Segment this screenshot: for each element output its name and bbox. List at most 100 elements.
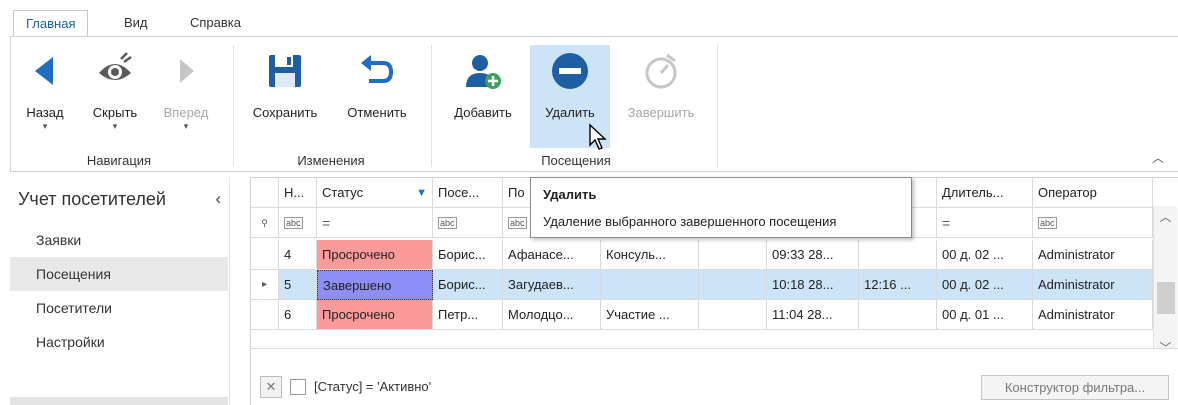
- undo-button-label: Отменить: [347, 105, 407, 120]
- mouse-cursor-icon: [589, 123, 607, 150]
- column-header-status[interactable]: Статус ▼: [317, 178, 433, 208]
- filter-builder-button[interactable]: Конструктор фильтра...: [981, 375, 1169, 400]
- stopwatch-icon: [645, 53, 677, 89]
- tab-help[interactable]: Справка: [178, 10, 253, 37]
- group-separator: [233, 45, 234, 167]
- group-label-visits: Посещения: [541, 153, 611, 168]
- table-cell-purpose[interactable]: Консуль...: [601, 240, 699, 270]
- collapse-ribbon-icon[interactable]: ︿: [1152, 149, 1164, 166]
- table-cell-number[interactable]: 4: [279, 240, 317, 270]
- column-header-number[interactable]: Н...: [279, 178, 317, 208]
- column-header-duration[interactable]: Длитель...: [937, 178, 1033, 208]
- add-visit-button[interactable]: Добавить: [441, 45, 525, 148]
- filter-expression[interactable]: [Статус] = 'Активно': [314, 379, 431, 394]
- collapse-sidebar-icon[interactable]: ‹: [215, 189, 221, 209]
- hide-button[interactable]: Скрыть ▾: [81, 45, 149, 148]
- table-cell-duration[interactable]: 00 д. 02 ...: [937, 240, 1033, 270]
- row-indicator-arrow-icon: ▸: [251, 270, 279, 300]
- filter-cell-status[interactable]: =: [317, 208, 433, 238]
- table-cell-duration[interactable]: 00 д. 02 ...: [937, 270, 1033, 300]
- table-cell-purpose[interactable]: [601, 270, 699, 300]
- forward-button-label: Вперед: [163, 105, 209, 120]
- undo-button[interactable]: Отменить: [335, 45, 419, 148]
- tab-view[interactable]: Вид: [112, 10, 160, 37]
- row-indicator[interactable]: [251, 240, 279, 270]
- scroll-up-icon[interactable]: ︿: [1154, 208, 1177, 225]
- column-header-visitor[interactable]: Посе...: [433, 178, 503, 208]
- save-icon: [269, 55, 301, 87]
- eye-icon: [99, 52, 132, 80]
- table-cell-end[interactable]: [859, 240, 937, 270]
- table-cell-number[interactable]: 5: [279, 270, 317, 300]
- delete-visit-button-label: Удалить: [545, 105, 595, 120]
- clear-filter-icon[interactable]: ✕: [260, 376, 282, 398]
- table-cell-start[interactable]: 10:18 28...: [767, 270, 859, 300]
- sidebar-item-visits[interactable]: Посещения: [10, 257, 228, 291]
- table-cell-start[interactable]: 09:33 28...: [767, 240, 859, 270]
- undo-icon: [361, 55, 394, 83]
- table-cell-start[interactable]: 11:04 28...: [767, 300, 859, 330]
- table-cell-host[interactable]: Загудаев...: [503, 270, 601, 300]
- column-header-operator[interactable]: Оператор: [1033, 178, 1153, 208]
- arrow-right-icon: [180, 59, 194, 83]
- table-cell-5[interactable]: [699, 270, 767, 300]
- dropdown-arrow-icon: ▾: [42, 121, 48, 131]
- filter-icon[interactable]: ▼: [416, 178, 427, 207]
- tooltip-description: Удаление выбранного завершенного посещен…: [543, 214, 837, 229]
- dropdown-arrow-icon: ▾: [183, 121, 189, 131]
- add-visit-button-label: Добавить: [454, 105, 512, 120]
- table-cell-operator[interactable]: Administrator: [1033, 270, 1153, 300]
- table-cell-end[interactable]: 12:16 ...: [859, 270, 937, 300]
- table-cell-visitor[interactable]: Борис...: [433, 270, 503, 300]
- table-cell-operator[interactable]: Administrator: [1033, 240, 1153, 270]
- filter-enabled-checkbox[interactable]: [290, 379, 306, 395]
- save-button[interactable]: Сохранить: [243, 45, 327, 148]
- sidebar-item-visitors[interactable]: Посетители: [10, 291, 228, 325]
- table-cell-host[interactable]: Афанасе...: [503, 240, 601, 270]
- filter-cell-operator[interactable]: abc: [1033, 208, 1153, 238]
- save-button-label: Сохранить: [252, 105, 318, 120]
- sidebar-title: Учет посетителей: [18, 189, 166, 209]
- table-cell-operator[interactable]: Administrator: [1033, 300, 1153, 330]
- ribbon: Назад ▾ Скрыть ▾ Вперед ▾ Навигация Сохр…: [10, 36, 1178, 172]
- table-cell-5[interactable]: [699, 300, 767, 330]
- hide-button-label: Скрыть: [92, 105, 138, 120]
- table-cell-purpose[interactable]: Участие ...: [601, 300, 699, 330]
- group-separator: [717, 45, 718, 167]
- finish-visit-button[interactable]: Завершить: [615, 45, 707, 148]
- ribbon-tabs: Главная Вид Справка: [0, 0, 1178, 38]
- remove-icon: [552, 53, 588, 89]
- sidebar-item-settings[interactable]: Настройки: [10, 325, 228, 359]
- filter-cell-visitor[interactable]: abc: [433, 208, 503, 238]
- grid-corner: [251, 178, 279, 208]
- filter-cell-duration[interactable]: =: [937, 208, 1033, 238]
- dropdown-arrow-icon: ▾: [112, 121, 118, 131]
- tooltip-title: Удалить: [543, 187, 597, 202]
- filter-panel: ✕ [Статус] = 'Активно' Конструктор фильт…: [251, 348, 1178, 405]
- arrow-left-icon: [35, 57, 53, 85]
- back-button[interactable]: Назад ▾: [15, 45, 75, 148]
- status-badge[interactable]: Просрочено: [317, 240, 433, 270]
- table-cell-duration[interactable]: 00 д. 01 ...: [937, 300, 1033, 330]
- group-label-navigation: Навигация: [86, 153, 152, 168]
- sidebar-item-requests[interactable]: Заявки: [10, 223, 228, 257]
- table-cell-visitor[interactable]: Борис...: [433, 240, 503, 270]
- table-cell-host[interactable]: Молодцо...: [503, 300, 601, 330]
- table-cell-end[interactable]: [859, 300, 937, 330]
- filter-row-icon: ⚲: [251, 208, 279, 238]
- filter-cell-number[interactable]: abc: [279, 208, 317, 238]
- add-user-icon: [466, 55, 501, 89]
- scrollbar-thumb[interactable]: [1157, 282, 1175, 314]
- delete-tooltip: Удалить Удаление выбранного завершенного…: [530, 177, 912, 238]
- table-cell-5[interactable]: [699, 240, 767, 270]
- tab-home[interactable]: Главная: [13, 10, 89, 38]
- row-indicator[interactable]: [251, 300, 279, 330]
- column-header-status-label: Статус: [322, 185, 364, 200]
- status-badge[interactable]: Просрочено: [317, 300, 433, 330]
- table-cell-number[interactable]: 6: [279, 300, 317, 330]
- forward-button[interactable]: Вперед ▾: [153, 45, 219, 148]
- vertical-scrollbar[interactable]: ︿ ﹀: [1153, 206, 1177, 358]
- sidebar: Учет посетителей ‹ Заявки Посещения Посе…: [10, 177, 230, 405]
- table-cell-visitor[interactable]: Петр...: [433, 300, 503, 330]
- status-badge[interactable]: Завершено: [317, 270, 433, 300]
